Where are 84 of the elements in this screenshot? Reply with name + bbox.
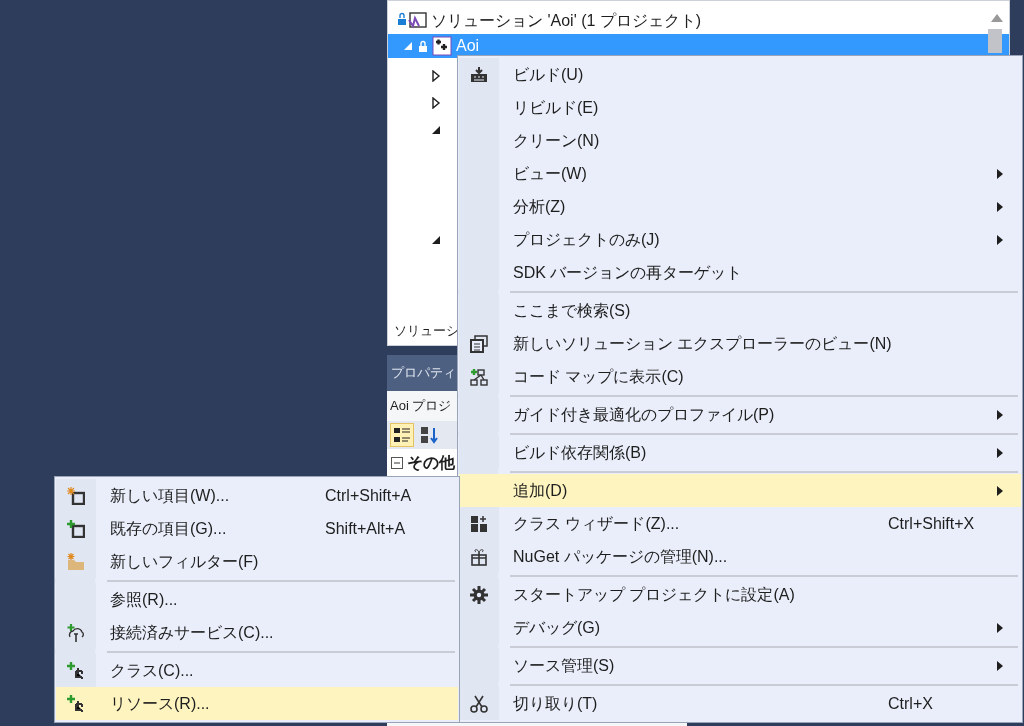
expanded-arrow-icon: [402, 40, 414, 52]
project-icon: [432, 36, 452, 56]
add-item-icon: [67, 519, 85, 538]
menu-item[interactable]: 新しいソリューション エクスプローラーのビュー(N): [459, 327, 1021, 360]
menu-item-label: スタートアップ プロジェクトに設定(A): [513, 584, 795, 605]
menu-item[interactable]: ビュー(W): [459, 157, 1021, 190]
menu-item-label: 新しい項目(W)...: [110, 485, 230, 506]
sort-alphabetical-icon: [419, 425, 439, 445]
menu-item[interactable]: プロジェクトのみ(J): [459, 223, 1021, 256]
scrollbar-thumb[interactable]: [988, 29, 1002, 53]
menu-item-label: クラス(C)...: [110, 660, 194, 681]
menu-item[interactable]: 追加(D): [459, 474, 1021, 507]
menu-item[interactable]: コード マップに表示(C): [459, 360, 1021, 393]
menu-item[interactable]: クラス(C)...: [56, 654, 458, 687]
menu-item-label: SDK バージョンの再ターゲット: [513, 262, 743, 283]
add-class-icon: [67, 661, 85, 680]
menu-item-label: 既存の項目(G)...: [110, 518, 227, 539]
menu-item-label: 新しいソリューション エクスプローラーのビュー(N): [513, 333, 892, 354]
tree-item: ソリューション 'Aoi' (1 プロジェクト): [431, 10, 702, 31]
windows-icon: [470, 334, 488, 353]
menu-item[interactable]: ここまで検索(S): [459, 294, 1021, 327]
menu-item-label: リビルド(E): [513, 97, 599, 118]
menu-item-label: 参照(R)...: [110, 589, 178, 610]
menu-item[interactable]: デバッグ(G): [459, 611, 1021, 644]
collapsed-arrow-icon[interactable]: [430, 96, 442, 109]
menu-item[interactable]: リビルド(E): [459, 91, 1021, 124]
menu-item-label: ビルド(U): [513, 64, 584, 85]
code-map-icon: [470, 367, 488, 386]
menu-item[interactable]: 切り取り(T) Ctrl+X: [459, 687, 1021, 720]
menu-item-label: リソース(R)...: [110, 693, 210, 714]
toolbar-button[interactable]: [390, 423, 414, 447]
new-item-icon: [67, 486, 85, 505]
menu-item-label: ここまで検索(S): [513, 300, 631, 321]
menu-item[interactable]: ビルド依存関係(B): [459, 436, 1021, 469]
menu-item-label: クラス ウィザード(Z)...: [513, 513, 680, 534]
menu-item[interactable]: クリーン(N): [459, 124, 1021, 157]
menu-item-label: デバッグ(G): [513, 617, 601, 638]
categorized-icon: [392, 425, 412, 445]
menu-item[interactable]: 新しいフィルター(F): [56, 545, 458, 578]
menu-item-label: プロジェクトのみ(J): [513, 229, 660, 250]
scroll-up-icon: [991, 14, 1003, 22]
folder-icon: [67, 552, 85, 571]
menu-item-label: 追加(D): [513, 480, 568, 501]
shortcut-label: Ctrl+Shift+X: [888, 513, 976, 534]
build-icon: [470, 65, 488, 84]
solution-icon: [397, 11, 427, 30]
shortcut-label: Shift+Alt+A: [325, 518, 407, 539]
menu-item-label: ビルド依存関係(B): [513, 442, 647, 463]
category-label: その他: [407, 453, 455, 473]
menu-item[interactable]: リソース(R)...: [56, 687, 458, 720]
menu-item-label: ガイド付き最適化のプロファイル(P): [513, 404, 775, 425]
add-class-icon: [67, 694, 85, 713]
menu-item-label: ソース管理(S): [513, 655, 615, 676]
lock-icon: [418, 39, 428, 53]
menu-item[interactable]: 分析(Z): [459, 190, 1021, 223]
menu-item-label: ビュー(W): [513, 163, 587, 184]
shortcut-label: Ctrl+X: [888, 693, 934, 714]
menu-item-label: 接続済みサービス(C)...: [110, 622, 274, 643]
menu-item[interactable]: スタートアップ プロジェクトに設定(A): [459, 578, 1021, 611]
menu-item-label: NuGet パッケージの管理(N)...: [513, 546, 728, 567]
menu-item[interactable]: 新しい項目(W)... Ctrl+Shift+A: [56, 479, 458, 512]
menu-item[interactable]: ガイド付き最適化のプロファイル(P): [459, 398, 1021, 431]
menu-item[interactable]: 既存の項目(G)... Shift+Alt+A: [56, 512, 458, 545]
menu-item[interactable]: 接続済みサービス(C)...: [56, 616, 458, 649]
menu-item[interactable]: NuGet パッケージの管理(N)...: [459, 540, 1021, 573]
menu-item[interactable]: ソース管理(S): [459, 649, 1021, 682]
gear-icon: [470, 585, 488, 604]
menu-item-label: 切り取り(T): [513, 693, 598, 714]
class-wizard-icon: [470, 514, 488, 533]
menu-item[interactable]: SDK バージョンの再ターゲット: [459, 256, 1021, 289]
menu-item-label: 新しいフィルター(F): [110, 551, 259, 572]
menu-item[interactable]: 参照(R)...: [56, 583, 458, 616]
gift-icon: [470, 547, 488, 566]
menu-item-label: コード マップに表示(C): [513, 366, 684, 387]
collapsed-arrow-icon[interactable]: [430, 69, 442, 82]
connected-service-icon: [67, 623, 85, 642]
menu-item[interactable]: クラス ウィザード(Z)... Ctrl+Shift+X: [459, 507, 1021, 540]
menu-item[interactable]: ビルド(U): [459, 58, 1021, 91]
panel-title: プロパティ: [391, 364, 456, 383]
object-name: Aoi プロジ: [390, 397, 452, 416]
menu-item-label: クリーン(N): [513, 130, 600, 151]
shortcut-label: Ctrl+Shift+A: [325, 485, 413, 506]
menu-item-label: 分析(Z): [513, 196, 566, 217]
scissors-icon: [470, 694, 488, 713]
